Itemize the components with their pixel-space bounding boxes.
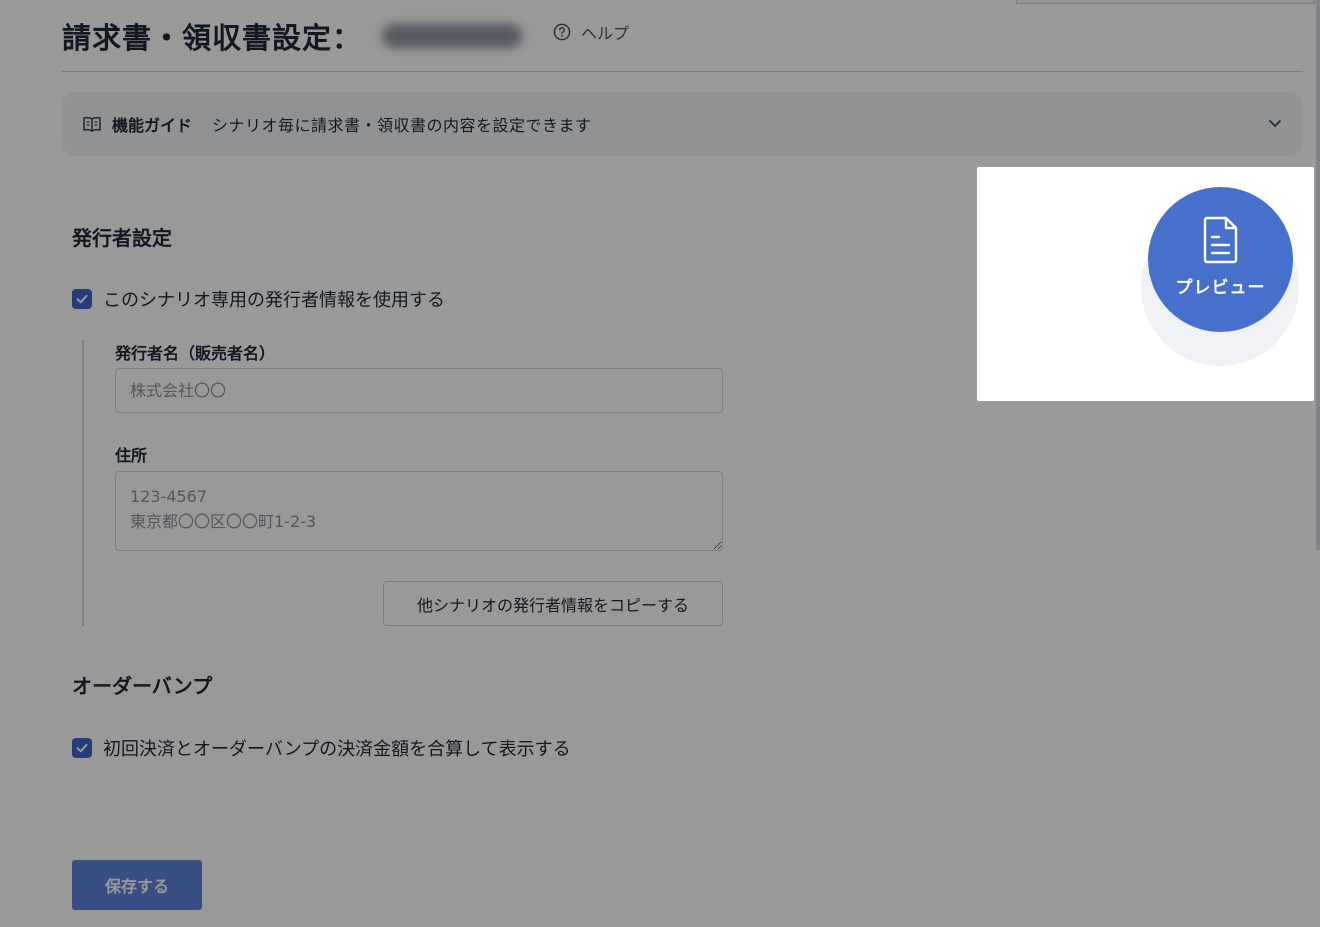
document-icon bbox=[1203, 216, 1237, 264]
preview-label: プレビュー bbox=[1175, 278, 1266, 298]
preview-spotlight: プレビュー bbox=[977, 167, 1314, 401]
preview-button[interactable]: プレビュー bbox=[1148, 187, 1293, 332]
tutorial-overlay bbox=[0, 0, 1320, 927]
